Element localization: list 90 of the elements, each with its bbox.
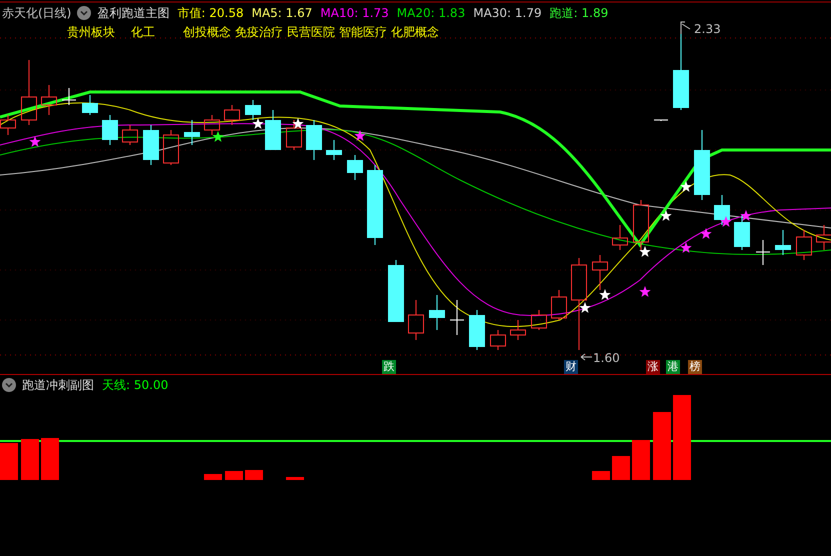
- indicator-value: 跑道: 1.89: [550, 4, 608, 22]
- candlestick: [122, 124, 138, 146]
- event-marker[interactable]: 榜: [688, 360, 702, 374]
- histogram-bar: [286, 477, 304, 480]
- candlestick: [612, 224, 628, 250]
- sector-tag[interactable]: 贵州板块: [67, 24, 115, 41]
- candlestick: [41, 84, 57, 116]
- star-icon: [639, 286, 651, 297]
- candlestick: [102, 114, 118, 146]
- candlestick: [0, 114, 16, 136]
- candlestick: [21, 60, 37, 126]
- indicator-value: MA30: 1.79: [473, 6, 542, 20]
- sector-tag[interactable]: 免疫治疗: [235, 24, 283, 41]
- star-icon: [740, 210, 752, 221]
- star-icon: [700, 228, 712, 239]
- sector-tag[interactable]: 民营医院: [287, 24, 335, 41]
- star-icon: [680, 181, 692, 192]
- candlestick: [592, 254, 608, 290]
- star-icon: [599, 289, 611, 300]
- event-marker[interactable]: 财: [564, 360, 578, 374]
- candlestick: [490, 330, 506, 350]
- star-icon: [579, 302, 591, 313]
- candlestick: [184, 120, 200, 146]
- candlestick: [245, 100, 261, 120]
- candlestick: [224, 104, 240, 126]
- candlestick: [204, 114, 220, 136]
- star-icon: [252, 118, 264, 129]
- dropdown-icon[interactable]: [2, 378, 16, 392]
- star-icon: [354, 130, 366, 141]
- candlestick: [775, 230, 791, 256]
- indicator-value: MA10: 1.73: [320, 6, 389, 20]
- indicator-value: MA5: 1.67: [252, 6, 312, 20]
- indicator-name: 盈利跑道主图: [97, 4, 170, 22]
- histogram-bar: [612, 456, 630, 480]
- histogram-bar: [632, 440, 650, 480]
- candlestick: [163, 130, 179, 166]
- candlestick: [654, 120, 668, 122]
- candlestick: [265, 110, 281, 150]
- candlestick: [82, 94, 98, 116]
- candlestick: [326, 140, 342, 160]
- indicator-name: 跑道冲刺副图: [22, 376, 94, 394]
- histogram-bar: [41, 438, 59, 480]
- dropdown-icon[interactable]: [77, 6, 92, 20]
- histogram-bar: [21, 439, 39, 480]
- histogram-bar: [225, 471, 243, 480]
- histogram-bar: [653, 412, 671, 480]
- candlestick: [531, 310, 547, 330]
- indicator-value: 市值: 20.58: [177, 4, 244, 22]
- event-marker[interactable]: 跌: [382, 360, 396, 374]
- candlestick: [694, 130, 710, 200]
- candlestick: [143, 124, 159, 166]
- sector-tag[interactable]: 创投概念: [183, 24, 231, 41]
- histogram-bar: [592, 471, 610, 480]
- star-icon: [639, 246, 651, 257]
- indicator-value: MA20: 1.83: [396, 6, 466, 20]
- star-icon: [292, 118, 304, 129]
- indicator-value: 天线: 50.00: [102, 376, 168, 394]
- histogram-bar: [245, 470, 263, 480]
- histogram-bar: [204, 474, 222, 480]
- candlestick: [469, 310, 485, 350]
- candlestick: [756, 240, 770, 266]
- sector-tag[interactable]: 化肥概念: [391, 24, 439, 41]
- candlestick: [429, 294, 445, 330]
- candlestick: [796, 230, 812, 260]
- candlestick: [347, 154, 363, 180]
- high-price-label: 2.33: [680, 20, 732, 36]
- star-icon: [660, 210, 672, 221]
- star-icon: [212, 131, 224, 142]
- candlestick: [306, 120, 322, 160]
- event-marker[interactable]: 港: [666, 360, 680, 374]
- candlestick: [633, 200, 649, 250]
- event-marker[interactable]: 涨: [646, 360, 660, 374]
- star-icon: [720, 216, 732, 227]
- candlestick: [408, 300, 424, 340]
- sector-tag[interactable]: 智能医疗: [339, 24, 387, 41]
- histogram-bar: [0, 443, 18, 480]
- candlestick: [388, 260, 404, 322]
- candlestick: [62, 88, 76, 106]
- candlestick: [286, 120, 302, 150]
- low-price-label: 1.60: [580, 350, 630, 364]
- star-icon: [680, 242, 692, 253]
- candlestick: [450, 300, 464, 336]
- candlestick: [734, 214, 750, 250]
- stock-title: 赤天化(日线): [2, 4, 72, 22]
- candlestick: [551, 290, 567, 320]
- star-icon: [29, 136, 41, 147]
- candlestick: [510, 320, 526, 340]
- candlestick: [714, 194, 730, 226]
- candlestick: [816, 224, 831, 250]
- sector-tag[interactable]: 化工: [131, 24, 155, 41]
